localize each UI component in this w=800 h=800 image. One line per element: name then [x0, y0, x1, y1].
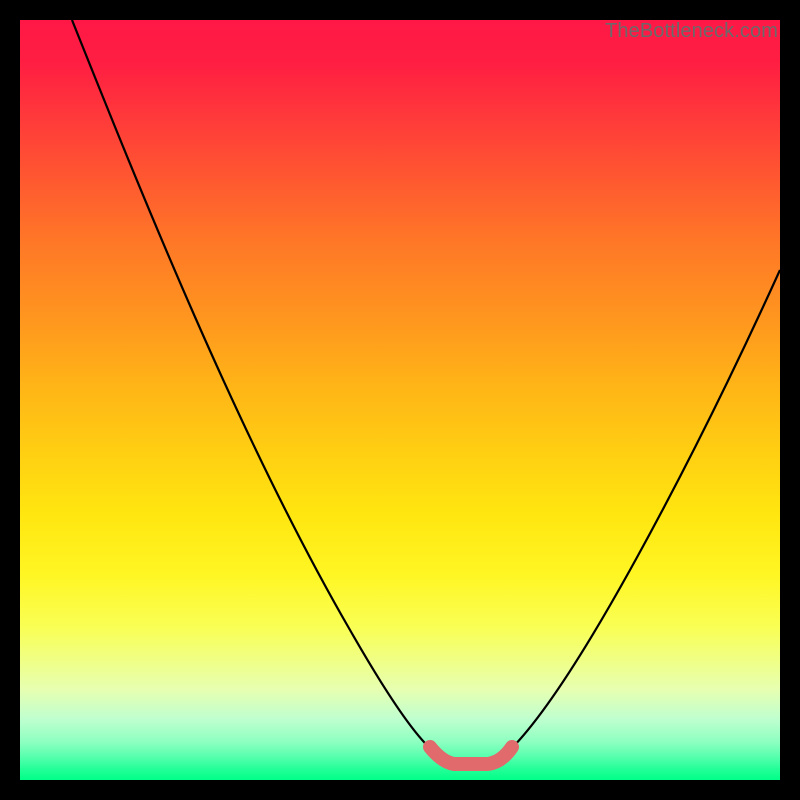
watermark-text: TheBottleneck.com	[605, 20, 778, 43]
plot-area	[20, 20, 780, 780]
curve-layer	[20, 20, 780, 780]
optimal-dip-highlight	[430, 747, 512, 764]
curve-left-branch	[72, 20, 432, 750]
curve-right-branch	[510, 270, 780, 750]
chart-stage: TheBottleneck.com	[0, 0, 800, 800]
